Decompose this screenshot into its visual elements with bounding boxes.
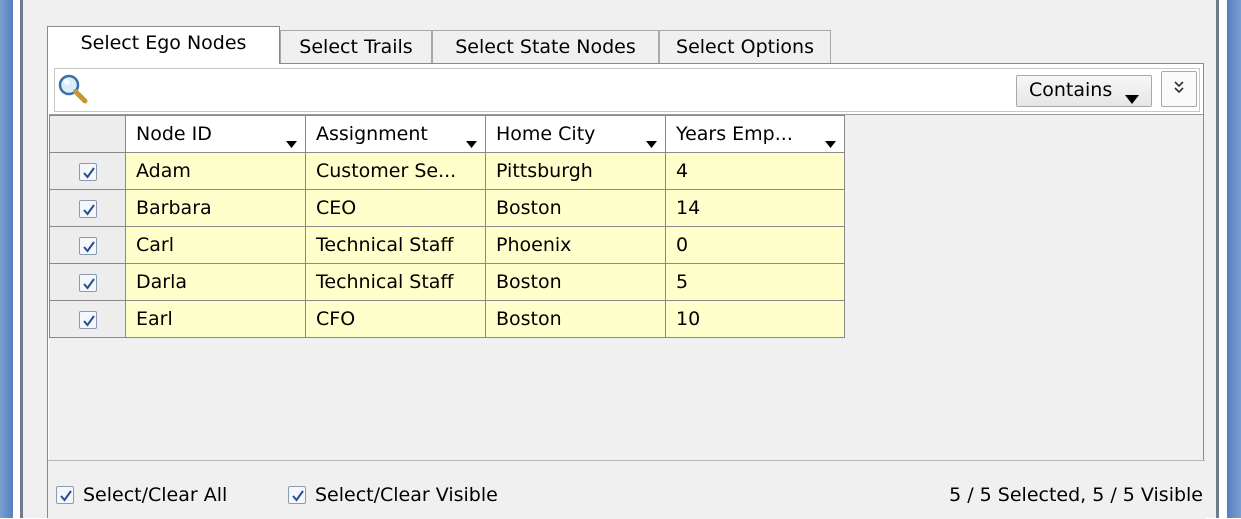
match-mode-label: Contains	[1029, 79, 1113, 101]
selection-footer: Select/Clear All Select/Clear Visible 5 …	[48, 460, 1205, 519]
table-row[interactable]: Darla Technical Staff Boston 5	[49, 263, 845, 301]
table-row[interactable]: Adam Customer Se... Pittsburgh 4	[49, 152, 845, 190]
column-header-node-id[interactable]: Node ID	[125, 115, 306, 153]
double-chevron-down-icon	[1162, 81, 1196, 111]
chevron-down-icon	[1125, 87, 1139, 109]
cell-years-employed[interactable]: 5	[665, 263, 845, 301]
table-row[interactable]: Earl CFO Boston 10	[49, 300, 845, 338]
cell-node-id[interactable]: Earl	[125, 300, 306, 338]
tab-select-ego-nodes[interactable]: Select Ego Nodes	[47, 26, 280, 64]
cell-years-employed[interactable]: 10	[665, 300, 845, 338]
filter-bar: Contains	[54, 68, 1200, 112]
expand-filter-button[interactable]	[1161, 71, 1197, 107]
cell-home-city[interactable]: Phoenix	[485, 226, 666, 264]
row-checkbox[interactable]	[78, 162, 97, 181]
sort-arrow-icon	[466, 131, 477, 152]
window-frame-right	[1227, 0, 1241, 518]
column-header-years-employed[interactable]: Years Emp...	[665, 115, 845, 153]
row-checkbox-cell[interactable]	[49, 226, 126, 264]
cell-assignment[interactable]: Technical Staff	[305, 263, 486, 301]
cell-assignment[interactable]: Customer Se...	[305, 152, 486, 190]
window-frame-left	[0, 0, 13, 518]
select-all-checkbox-box[interactable]	[56, 486, 74, 504]
table-row[interactable]: Barbara CEO Boston 14	[49, 189, 845, 227]
column-header-assignment[interactable]: Assignment	[305, 115, 486, 153]
select-clear-all-label: Select/Clear All	[83, 484, 228, 506]
row-checkbox-cell[interactable]	[49, 300, 126, 338]
cell-years-employed[interactable]: 14	[665, 189, 845, 227]
cell-home-city[interactable]: Pittsburgh	[485, 152, 666, 190]
match-mode-dropdown[interactable]: Contains	[1016, 75, 1152, 107]
tab-select-trails[interactable]: Select Trails	[280, 30, 432, 64]
column-header-home-city[interactable]: Home City	[485, 115, 666, 153]
selection-status-text: 5 / 5 Selected, 5 / 5 Visible	[949, 484, 1203, 506]
table-header-row: Node ID Assignment Home City Years Emp..…	[49, 115, 845, 153]
tab-select-state-nodes[interactable]: Select State Nodes	[432, 30, 659, 64]
row-checkbox[interactable]	[78, 273, 97, 292]
cell-home-city[interactable]: Boston	[485, 300, 666, 338]
sort-arrow-icon	[825, 131, 836, 152]
cell-node-id[interactable]: Barbara	[125, 189, 306, 227]
tab-content: Contains Node ID Assignment Home City Ye…	[47, 63, 1205, 519]
cell-node-id[interactable]: Carl	[125, 226, 306, 264]
row-checkbox[interactable]	[78, 310, 97, 329]
cell-assignment[interactable]: CEO	[305, 189, 486, 227]
row-checkbox-cell[interactable]	[49, 152, 126, 190]
selection-panel: Select Ego Nodes Select Trails Select St…	[23, 0, 1216, 519]
row-checkbox-cell[interactable]	[49, 189, 126, 227]
cell-assignment[interactable]: CFO	[305, 300, 486, 338]
tab-select-options[interactable]: Select Options	[659, 30, 831, 64]
cell-home-city[interactable]: Boston	[485, 263, 666, 301]
row-checkbox-cell[interactable]	[49, 263, 126, 301]
node-table-viewport[interactable]: Node ID Assignment Home City Years Emp..…	[49, 114, 1203, 460]
cell-node-id[interactable]: Adam	[125, 152, 306, 190]
node-table: Node ID Assignment Home City Years Emp..…	[49, 115, 845, 338]
cell-home-city[interactable]: Boston	[485, 189, 666, 227]
select-clear-all-checkbox[interactable]: Select/Clear All	[56, 484, 227, 506]
splitter-right[interactable]	[1216, 0, 1219, 518]
row-checkbox[interactable]	[78, 236, 97, 255]
cell-node-id[interactable]: Darla	[125, 263, 306, 301]
cell-years-employed[interactable]: 4	[665, 152, 845, 190]
select-clear-visible-label: Select/Clear Visible	[315, 484, 498, 506]
sort-arrow-icon	[646, 131, 657, 152]
select-clear-visible-checkbox[interactable]: Select/Clear Visible	[288, 484, 498, 506]
search-icon	[56, 72, 90, 106]
table-row[interactable]: Carl Technical Staff Phoenix 0	[49, 226, 845, 264]
cell-years-employed[interactable]: 0	[665, 226, 845, 264]
select-visible-checkbox-box[interactable]	[288, 486, 306, 504]
select-column-header	[49, 115, 126, 153]
cell-assignment[interactable]: Technical Staff	[305, 226, 486, 264]
row-checkbox[interactable]	[78, 199, 97, 218]
sort-arrow-icon	[286, 131, 297, 152]
